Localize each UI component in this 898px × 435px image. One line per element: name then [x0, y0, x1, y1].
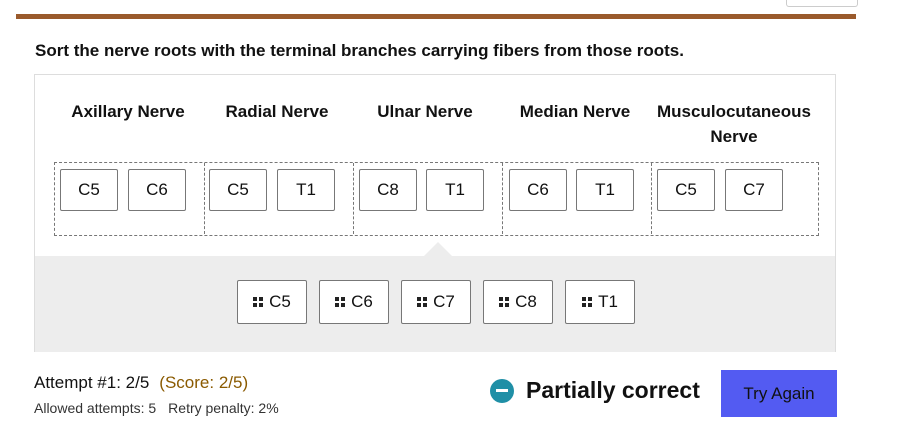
attempt-label: Attempt #1: 2/5 — [34, 373, 150, 392]
drag-handle-icon — [335, 297, 346, 307]
drag-handle-icon — [499, 297, 510, 307]
placed-chip[interactable]: C5 — [60, 169, 118, 211]
option-label: T1 — [598, 292, 618, 311]
drag-option[interactable]: C7 — [401, 280, 471, 324]
placed-chip[interactable]: C6 — [128, 169, 186, 211]
option-tray: C5 C6 C7 C8 T1 — [35, 242, 835, 352]
sorting-panel: Axillary Nerve Radial Nerve Ulnar Nerve … — [34, 74, 836, 352]
drag-option[interactable]: T1 — [565, 280, 635, 324]
drag-handle-icon — [417, 297, 428, 307]
option-label: C7 — [433, 292, 455, 311]
heading-ulnar-nerve: Ulnar Nerve — [377, 102, 473, 121]
top-accent-bar — [16, 14, 856, 19]
drop-target-row: C5 C6 C5 T1 C8 T1 C6 T1 C5 C7 — [54, 162, 819, 236]
heading-axillary-nerve: Axillary Nerve — [71, 102, 185, 121]
try-again-button[interactable]: Try Again — [721, 370, 837, 417]
attempt-info: Attempt #1: 2/5 (Score: 2/5) — [34, 373, 248, 393]
drop-zone-axillary[interactable]: C5 C6 — [55, 163, 205, 234]
placed-chip[interactable]: C8 — [359, 169, 417, 211]
option-label: C8 — [515, 292, 537, 311]
drag-option[interactable]: C5 — [237, 280, 307, 324]
heading-radial-nerve: Radial Nerve — [225, 102, 329, 121]
drop-zone-ulnar[interactable]: C8 T1 — [354, 163, 503, 234]
result-status: Partially correct — [490, 377, 700, 404]
placed-chip[interactable]: C6 — [509, 169, 567, 211]
placed-chip[interactable]: C5 — [209, 169, 267, 211]
top-tab — [786, 0, 858, 7]
heading-musculocutaneous-nerve: Musculocutaneous Nerve — [657, 102, 811, 146]
question-prompt: Sort the nerve roots with the terminal b… — [35, 41, 684, 60]
placed-chip[interactable]: T1 — [426, 169, 484, 211]
drop-zone-musculocutaneous[interactable]: C5 C7 — [652, 163, 817, 234]
option-label: C6 — [351, 292, 373, 311]
drop-zone-radial[interactable]: C5 T1 — [205, 163, 354, 234]
drop-zone-median[interactable]: C6 T1 — [503, 163, 652, 234]
placed-chip[interactable]: C5 — [657, 169, 715, 211]
option-label: C5 — [269, 292, 291, 311]
score-label: (Score: 2/5) — [159, 373, 249, 392]
drag-handle-icon — [582, 297, 593, 307]
drag-handle-icon — [253, 297, 264, 307]
tray-pointer — [424, 242, 452, 256]
heading-median-nerve: Median Nerve — [519, 102, 631, 121]
attempt-limits: Allowed attempts: 5 Retry penalty: 2% — [34, 400, 279, 416]
placed-chip[interactable]: C7 — [725, 169, 783, 211]
placed-chip[interactable]: T1 — [277, 169, 335, 211]
retry-penalty: Retry penalty: 2% — [168, 400, 279, 416]
drag-option[interactable]: C6 — [319, 280, 389, 324]
minus-circle-icon — [490, 378, 514, 403]
allowed-attempts: Allowed attempts: 5 — [34, 400, 157, 416]
drag-option[interactable]: C8 — [483, 280, 553, 324]
status-text: Partially correct — [526, 377, 700, 403]
placed-chip[interactable]: T1 — [576, 169, 634, 211]
